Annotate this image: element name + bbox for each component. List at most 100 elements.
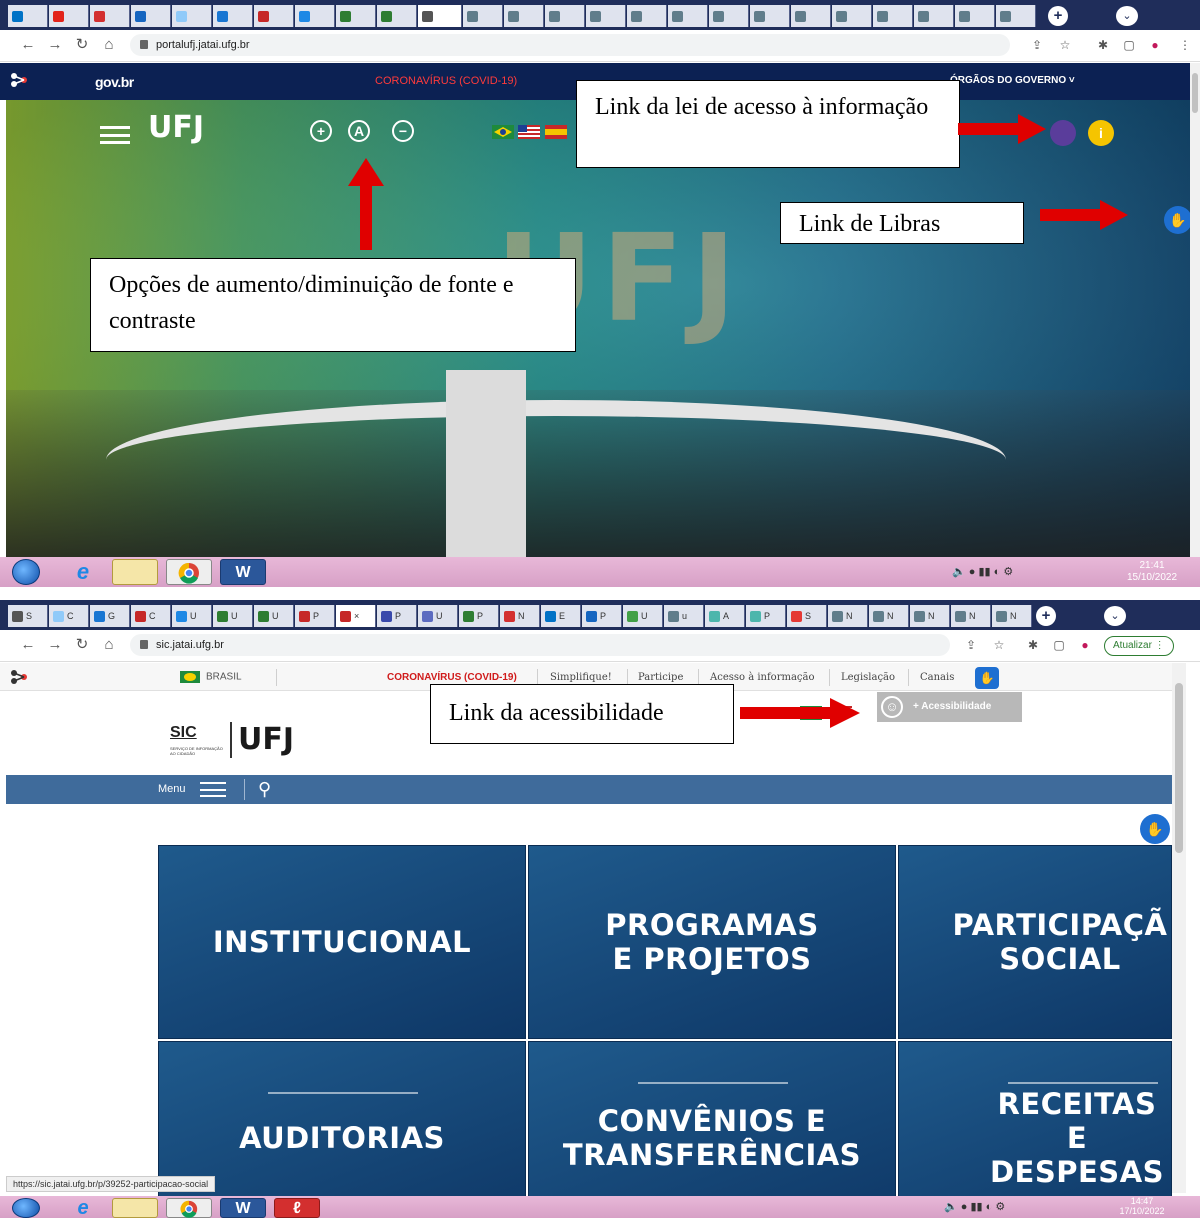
- browser-tab[interactable]: A: [705, 605, 745, 627]
- gov-node-icon[interactable]: [10, 669, 28, 685]
- libras-hand-icon[interactable]: ✋: [1164, 206, 1190, 234]
- tile-receitas-despesas[interactable]: RECEITAS E DESPESAS: [898, 1041, 1172, 1218]
- chrome-icon[interactable]: [166, 1198, 212, 1218]
- reload-icon[interactable]: ↻: [74, 37, 90, 53]
- browser-tab[interactable]: E: [541, 605, 581, 627]
- ie-icon[interactable]: e: [60, 559, 106, 585]
- chrome-icon[interactable]: [166, 559, 212, 585]
- menu-label[interactable]: Menu: [158, 783, 186, 795]
- update-button[interactable]: Atualizar ⋮: [1104, 636, 1174, 656]
- new-tab-icon[interactable]: +: [1036, 606, 1056, 626]
- browser-tab[interactable]: G: [90, 605, 130, 627]
- browser-tab[interactable]: [131, 5, 171, 27]
- browser-tab[interactable]: [873, 5, 913, 27]
- browser-tab[interactable]: [172, 5, 212, 27]
- back-arrow-icon[interactable]: ←: [20, 637, 36, 653]
- share-icon[interactable]: ⇪: [1030, 38, 1044, 52]
- brasil-link[interactable]: BRASIL: [180, 671, 242, 683]
- libras-hand-icon[interactable]: ✋: [1140, 814, 1170, 844]
- simplifique-link[interactable]: Simplifique!: [550, 672, 612, 683]
- browser-tab[interactable]: [8, 5, 48, 27]
- menu-hamburger-icon[interactable]: [200, 782, 226, 797]
- browser-tab[interactable]: [914, 5, 954, 27]
- browser-tab[interactable]: N: [869, 605, 909, 627]
- browser-tab[interactable]: [709, 5, 749, 27]
- menu-hamburger-icon[interactable]: [100, 126, 130, 144]
- scrollbar-thumb[interactable]: [1175, 683, 1183, 853]
- address-bar[interactable]: sic.jatai.ufg.br: [130, 634, 950, 656]
- start-button-icon[interactable]: [12, 559, 40, 585]
- start-button-icon[interactable]: [12, 1198, 40, 1218]
- word-icon[interactable]: W: [220, 1198, 266, 1218]
- browser-tab[interactable]: [996, 5, 1036, 27]
- contrast-button[interactable]: A: [348, 120, 370, 142]
- browser-tab[interactable]: U: [254, 605, 294, 627]
- covid-link[interactable]: CORONAVÍRUS (COVID-19): [375, 75, 517, 87]
- browser-tab[interactable]: [504, 5, 544, 27]
- page-scrollbar[interactable]: [1190, 63, 1200, 560]
- covid-link[interactable]: CORONAVÍRUS (COVID-19): [387, 672, 517, 683]
- govbr-logo[interactable]: gov.br: [95, 74, 134, 90]
- search-icon[interactable]: ⚲: [258, 779, 278, 799]
- system-tray-icons[interactable]: 🔈 ● ▮▮ ◐ ⚙: [944, 1200, 1005, 1213]
- pdf-reader-icon[interactable]: ℓ: [274, 1198, 320, 1218]
- browser-tab[interactable]: [586, 5, 626, 27]
- browser-tab[interactable]: [750, 5, 790, 27]
- browser-tab[interactable]: [668, 5, 708, 27]
- sic-ufj-logo[interactable]: SIC SERVIÇO DE INFORMAÇÃO AO CIDADÃO UFJ: [170, 722, 320, 762]
- acesso-informacao-link[interactable]: Acesso à informação: [710, 672, 815, 683]
- home-icon[interactable]: ⌂: [101, 37, 117, 53]
- browser-tab[interactable]: [377, 5, 417, 27]
- browser-tab[interactable]: S: [787, 605, 827, 627]
- browser-tab[interactable]: U: [213, 605, 253, 627]
- accessibility-button[interactable]: ☺ + Acessibilidade: [877, 692, 1022, 722]
- taskbar-clock[interactable]: 21:41 15/10/2022: [1122, 560, 1182, 584]
- font-decrease-button[interactable]: −: [392, 120, 414, 142]
- flag-usa-icon[interactable]: [518, 125, 540, 139]
- browser-tab[interactable]: [545, 5, 585, 27]
- browser-tab[interactable]: [832, 5, 872, 27]
- canais-link[interactable]: Canais: [920, 672, 954, 683]
- browser-tab[interactable]: [336, 5, 376, 27]
- browser-tab[interactable]: P: [582, 605, 622, 627]
- participe-link[interactable]: Participe: [638, 672, 683, 683]
- browser-tab[interactable]: U: [418, 605, 458, 627]
- browser-tab[interactable]: S: [8, 605, 48, 627]
- tab-search-chevron-icon[interactable]: ⌄: [1116, 6, 1138, 26]
- explorer-folder-icon[interactable]: [112, 559, 158, 585]
- browser-tab-active[interactable]: ×: [336, 605, 376, 627]
- profile-icon[interactable]: ●: [1078, 638, 1092, 652]
- browser-tab[interactable]: N: [500, 605, 540, 627]
- browser-tab[interactable]: P: [377, 605, 417, 627]
- browser-tab[interactable]: C: [131, 605, 171, 627]
- browser-tab[interactable]: [791, 5, 831, 27]
- extensions-icon[interactable]: ✱: [1096, 38, 1110, 52]
- browser-tab-active[interactable]: [418, 5, 462, 27]
- browser-tab[interactable]: [295, 5, 335, 27]
- browser-tab[interactable]: [213, 5, 253, 27]
- browser-tab[interactable]: N: [951, 605, 991, 627]
- forward-arrow-icon[interactable]: →: [47, 37, 63, 53]
- libras-hand-icon[interactable]: ✋: [975, 667, 999, 689]
- extensions-icon[interactable]: ✱: [1026, 638, 1040, 652]
- flag-brazil-icon[interactable]: [492, 125, 514, 139]
- explorer-folder-icon[interactable]: [112, 1198, 158, 1218]
- profile-icon[interactable]: ●: [1148, 38, 1162, 52]
- tile-programas-projetos[interactable]: PROGRAMAS E PROJETOS: [528, 845, 896, 1039]
- browser-tab[interactable]: [463, 5, 503, 27]
- browser-tab[interactable]: N: [828, 605, 868, 627]
- ufj-logo[interactable]: UFJ: [148, 110, 204, 145]
- tile-institucional[interactable]: INSTITUCIONAL: [158, 845, 526, 1039]
- browser-tab[interactable]: N: [910, 605, 950, 627]
- browser-tab[interactable]: P: [746, 605, 786, 627]
- share-icon[interactable]: ⇪: [964, 638, 978, 652]
- reload-icon[interactable]: ↻: [74, 637, 90, 653]
- access-info-icon[interactable]: [1050, 120, 1076, 146]
- tile-participacao-social[interactable]: PARTICIPAÇÃ SOCIAL: [898, 845, 1172, 1039]
- browser-tab[interactable]: [254, 5, 294, 27]
- bookmark-star-icon[interactable]: ☆: [992, 638, 1006, 652]
- home-icon[interactable]: ⌂: [101, 637, 117, 653]
- sidepanel-icon[interactable]: ▢: [1122, 38, 1136, 52]
- browser-tab[interactable]: u: [664, 605, 704, 627]
- sidepanel-icon[interactable]: ▢: [1052, 638, 1066, 652]
